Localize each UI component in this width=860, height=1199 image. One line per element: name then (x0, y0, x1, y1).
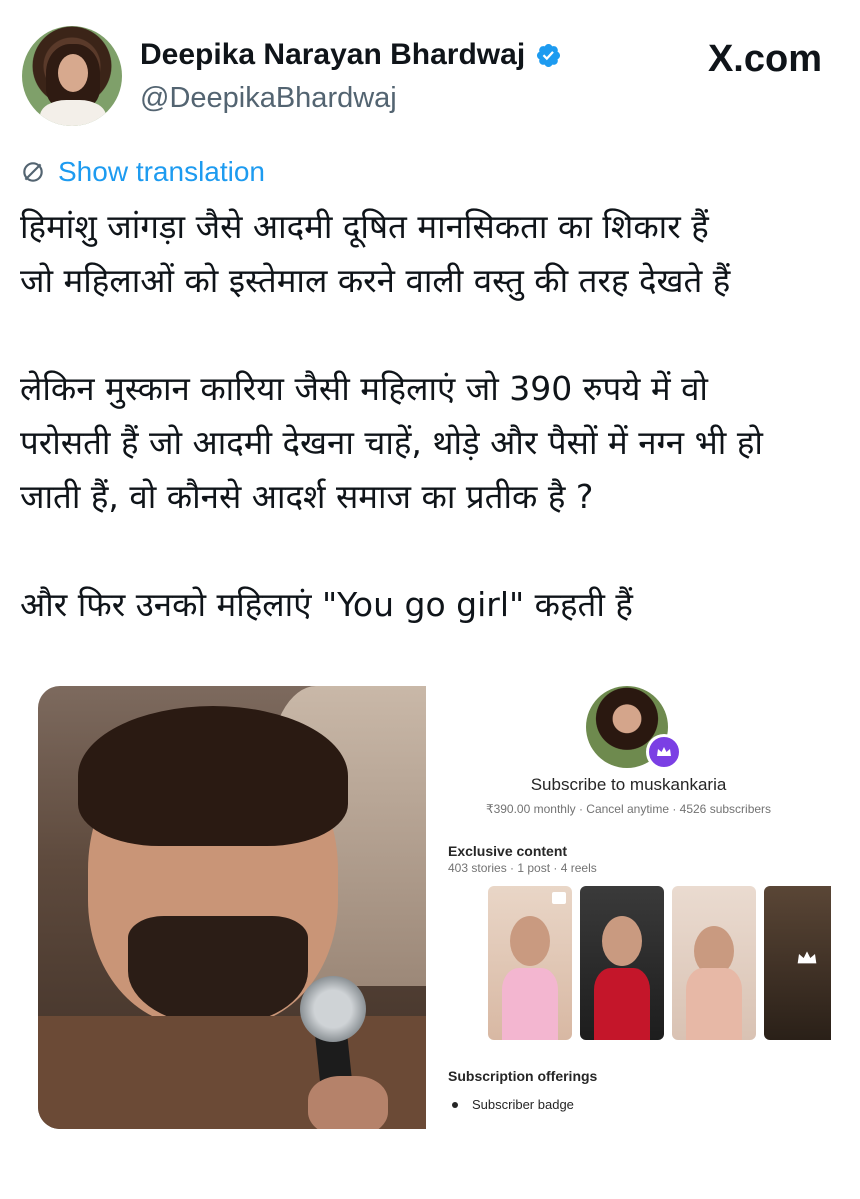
exclusive-content-meta: 403 stories · 1 post · 4 reels (448, 861, 597, 875)
tweet-line: जो महिलाओं को इस्तेमाल करने वाली वस्तु क… (20, 261, 731, 300)
author-avatar[interactable] (22, 26, 122, 126)
show-translation-link[interactable]: Show translation (20, 156, 265, 188)
content-thumbnail[interactable] (672, 886, 756, 1040)
crown-badge (646, 734, 682, 770)
exclusive-content-title: Exclusive content (448, 843, 568, 859)
author-name-row: Deepika Narayan Bhardwaj (140, 38, 562, 72)
subscribe-title: Subscribe to muskankaria (530, 775, 727, 794)
tweet-text: हिमांशु जांगड़ा जैसे आदमी दूषित मानसिकता… (20, 200, 850, 632)
subscribe-meta: ₹390.00 monthly · Cancel anytime · 4526 … (485, 802, 772, 816)
verified-badge-icon (537, 43, 561, 67)
subscription-screenshot[interactable]: Subscribe to muskankaria ₹390.00 monthly… (426, 686, 831, 1129)
tweet-line: परोसती हैं जो आदमी देखना चाहें, थोड़े और… (20, 423, 763, 462)
tweet-line: हिमांशु जांगड़ा जैसे आदमी दूषित मानसिकता… (20, 207, 709, 246)
tweet-line: और फिर उनको महिलाएं "You go girl" कहती ह… (20, 585, 633, 624)
brand-watermark: X.com (707, 38, 822, 80)
tweet-line: लेकिन मुस्कान कारिया जैसी महिलाएं जो 390… (20, 369, 708, 408)
content-thumbnail-locked[interactable] (764, 886, 831, 1040)
tweet-media[interactable]: Subscribe to muskankaria ₹390.00 monthly… (38, 686, 831, 1129)
author-name[interactable]: Deepika Narayan Bhardwaj (140, 38, 525, 72)
subscription-offerings-title: Subscription offerings (448, 1068, 598, 1084)
speaker-photo[interactable] (38, 686, 426, 1129)
bullet-icon (452, 1102, 458, 1108)
author-handle[interactable]: @DeepikaBhardwaj (140, 82, 397, 115)
content-thumbnail[interactable] (488, 886, 572, 1040)
crown-icon (797, 951, 817, 964)
show-translation-label: Show translation (58, 156, 266, 187)
reel-play-icon (552, 892, 566, 904)
content-thumbnail[interactable] (580, 886, 664, 1040)
globe-translate-icon (23, 162, 43, 182)
offering-item: Subscriber badge (472, 1097, 574, 1112)
crown-icon (657, 747, 671, 756)
tweet-line: जाती हैं, वो कौनसे आदर्श समाज का प्रतीक … (20, 477, 594, 516)
